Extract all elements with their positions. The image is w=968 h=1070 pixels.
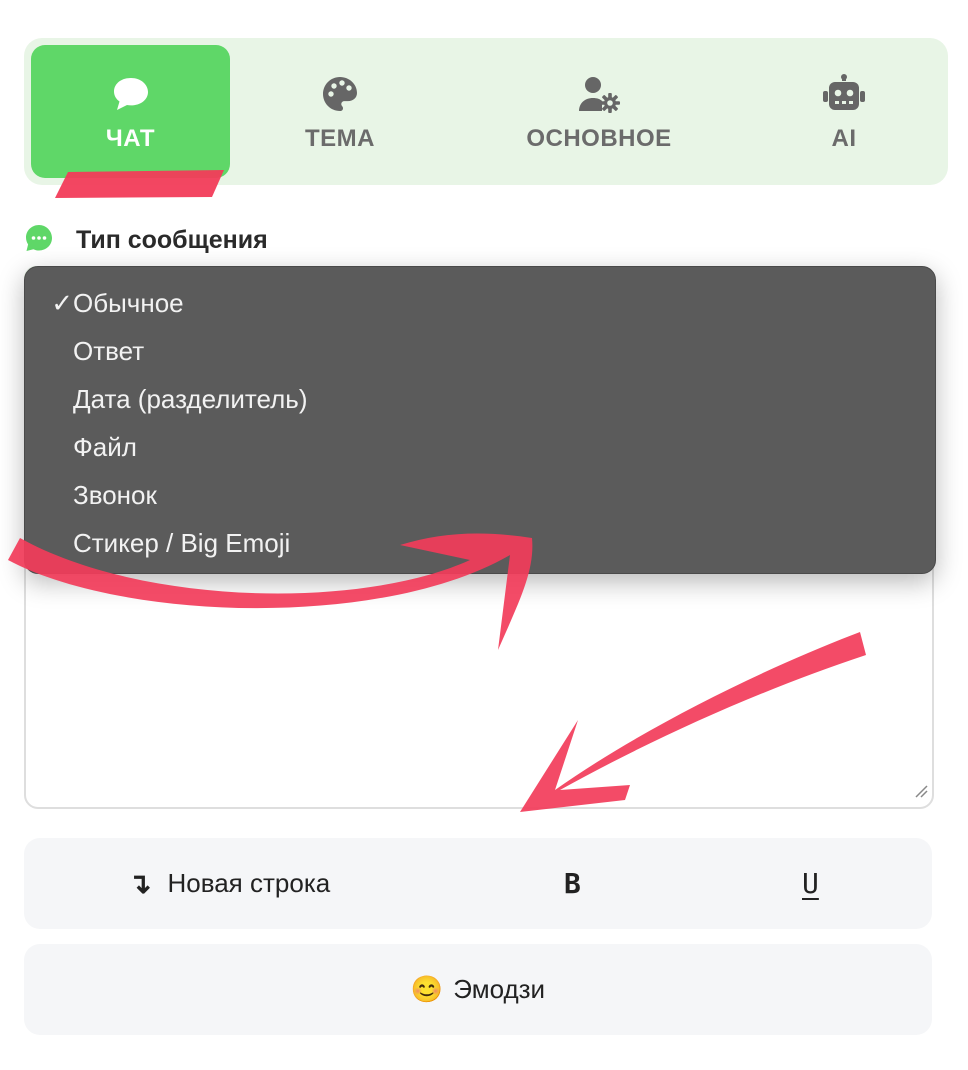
option-label: Звонок [73,479,157,510]
whatsapp-chat-icon [24,223,54,258]
tab-label: AI [831,124,857,152]
message-type-dropdown: ✓ Обычное Ответ Дата (разделитель) Файл … [24,266,936,574]
message-type-heading: Тип сообщения [24,222,268,258]
palette-icon [320,71,360,117]
dropdown-option-file[interactable]: Файл [25,425,935,469]
tab-theme[interactable]: ТЕМА [240,45,440,178]
bold-button[interactable]: B [564,838,581,929]
user-gear-icon [576,71,622,117]
format-toolbar: ↴ Новая строка B U [24,838,932,929]
section-title: Тип сообщения [76,225,268,254]
dropdown-option-call[interactable]: Звонок [25,473,935,517]
resize-handle-icon[interactable] [914,784,928,803]
tab-label: ЧАТ [105,124,156,152]
dropdown-option-date[interactable]: Дата (разделитель) [25,377,935,421]
return-arrow-icon: ↴ [128,868,152,899]
tab-main[interactable]: ОСНОВНОЕ [454,45,744,178]
dropdown-option-sticker[interactable]: Стикер / Big Emoji [25,521,935,565]
settings-tab-bar: ЧАТ ТЕМА ОСНОВНОЕ AI [24,38,948,185]
tab-label: ТЕМА [305,124,375,152]
dropdown-option-regular[interactable]: ✓ Обычное [25,281,935,325]
new-line-button[interactable]: ↴ Новая строка [128,838,330,929]
tab-chat[interactable]: ЧАТ [31,45,230,178]
underline-button[interactable]: U [802,838,819,929]
emoji-label: Эмодзи [453,974,546,1004]
emoji-button[interactable]: 😊 Эмодзи [24,944,932,1035]
option-label: Обычное [73,287,184,318]
robot-icon [821,71,867,117]
tab-ai[interactable]: AI [754,45,934,178]
dropdown-option-reply[interactable]: Ответ [25,329,935,373]
option-label: Дата (разделитель) [73,383,308,414]
tab-label: ОСНОВНОЕ [526,124,672,152]
option-label: Стикер / Big Emoji [73,527,291,558]
smile-emoji-icon: 😊 [410,974,444,1004]
option-label: Файл [73,431,137,462]
new-line-label: Новая строка [167,868,331,898]
option-label: Ответ [73,335,145,366]
message-textarea[interactable] [24,540,934,809]
chat-bubble-icon [111,71,151,117]
checkmark-icon: ✓ [51,287,73,318]
